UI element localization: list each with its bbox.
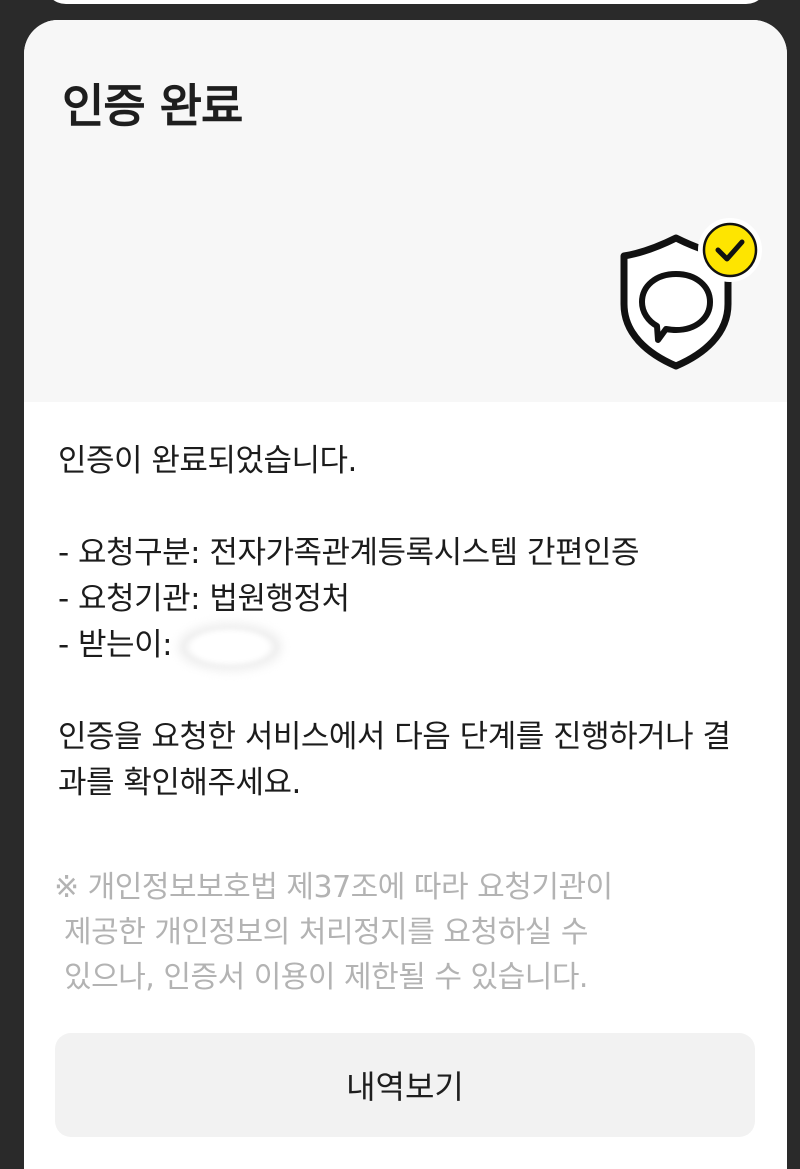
notice-line-1: ※ 개인정보보호법 제37조에 따라 요청기관이 bbox=[54, 870, 613, 905]
notice-line-3: 있으나, 인증서 이용이 제한될 수 있습니다. bbox=[64, 960, 588, 995]
auth-complete-card: 인증 완료 인증이 완료되었습니다. - 요청구분: 전자가족관계등록시스템 간… bbox=[24, 20, 787, 1169]
page-title: 인증 완료 bbox=[62, 79, 243, 133]
intro-text: 인증이 완료되었습니다. bbox=[58, 443, 357, 479]
shield-chat-check-icon bbox=[620, 218, 762, 370]
notice-line-2: 제공한 개인정보의 처리정지를 요청하실 수 bbox=[64, 915, 588, 950]
recipient-row: - 받는이: bbox=[58, 622, 758, 668]
recipient-label: - 받는이: bbox=[58, 627, 173, 663]
card-header: 인증 완료 bbox=[24, 20, 787, 402]
auth-details: 인증이 완료되었습니다. - 요청구분: 전자가족관계등록시스템 간편인증 - … bbox=[58, 438, 758, 806]
instructions-text: 인증을 요청한 서비스에서 다음 단계를 진행하거나 결과를 확인해주세요. bbox=[58, 719, 731, 801]
recipient-redacted bbox=[182, 626, 279, 667]
privacy-notice: ※ 개인정보보호법 제37조에 따라 요청기관이 제공한 개인정보의 처리정지를… bbox=[54, 865, 764, 1000]
view-history-button[interactable]: 내역보기 bbox=[55, 1033, 755, 1137]
previous-card-edge bbox=[44, 0, 768, 4]
request-org-text: - 요청기관: 법원행정처 bbox=[58, 581, 350, 617]
request-type-text: - 요청구분: 전자가족관계등록시스템 간편인증 bbox=[58, 535, 640, 571]
